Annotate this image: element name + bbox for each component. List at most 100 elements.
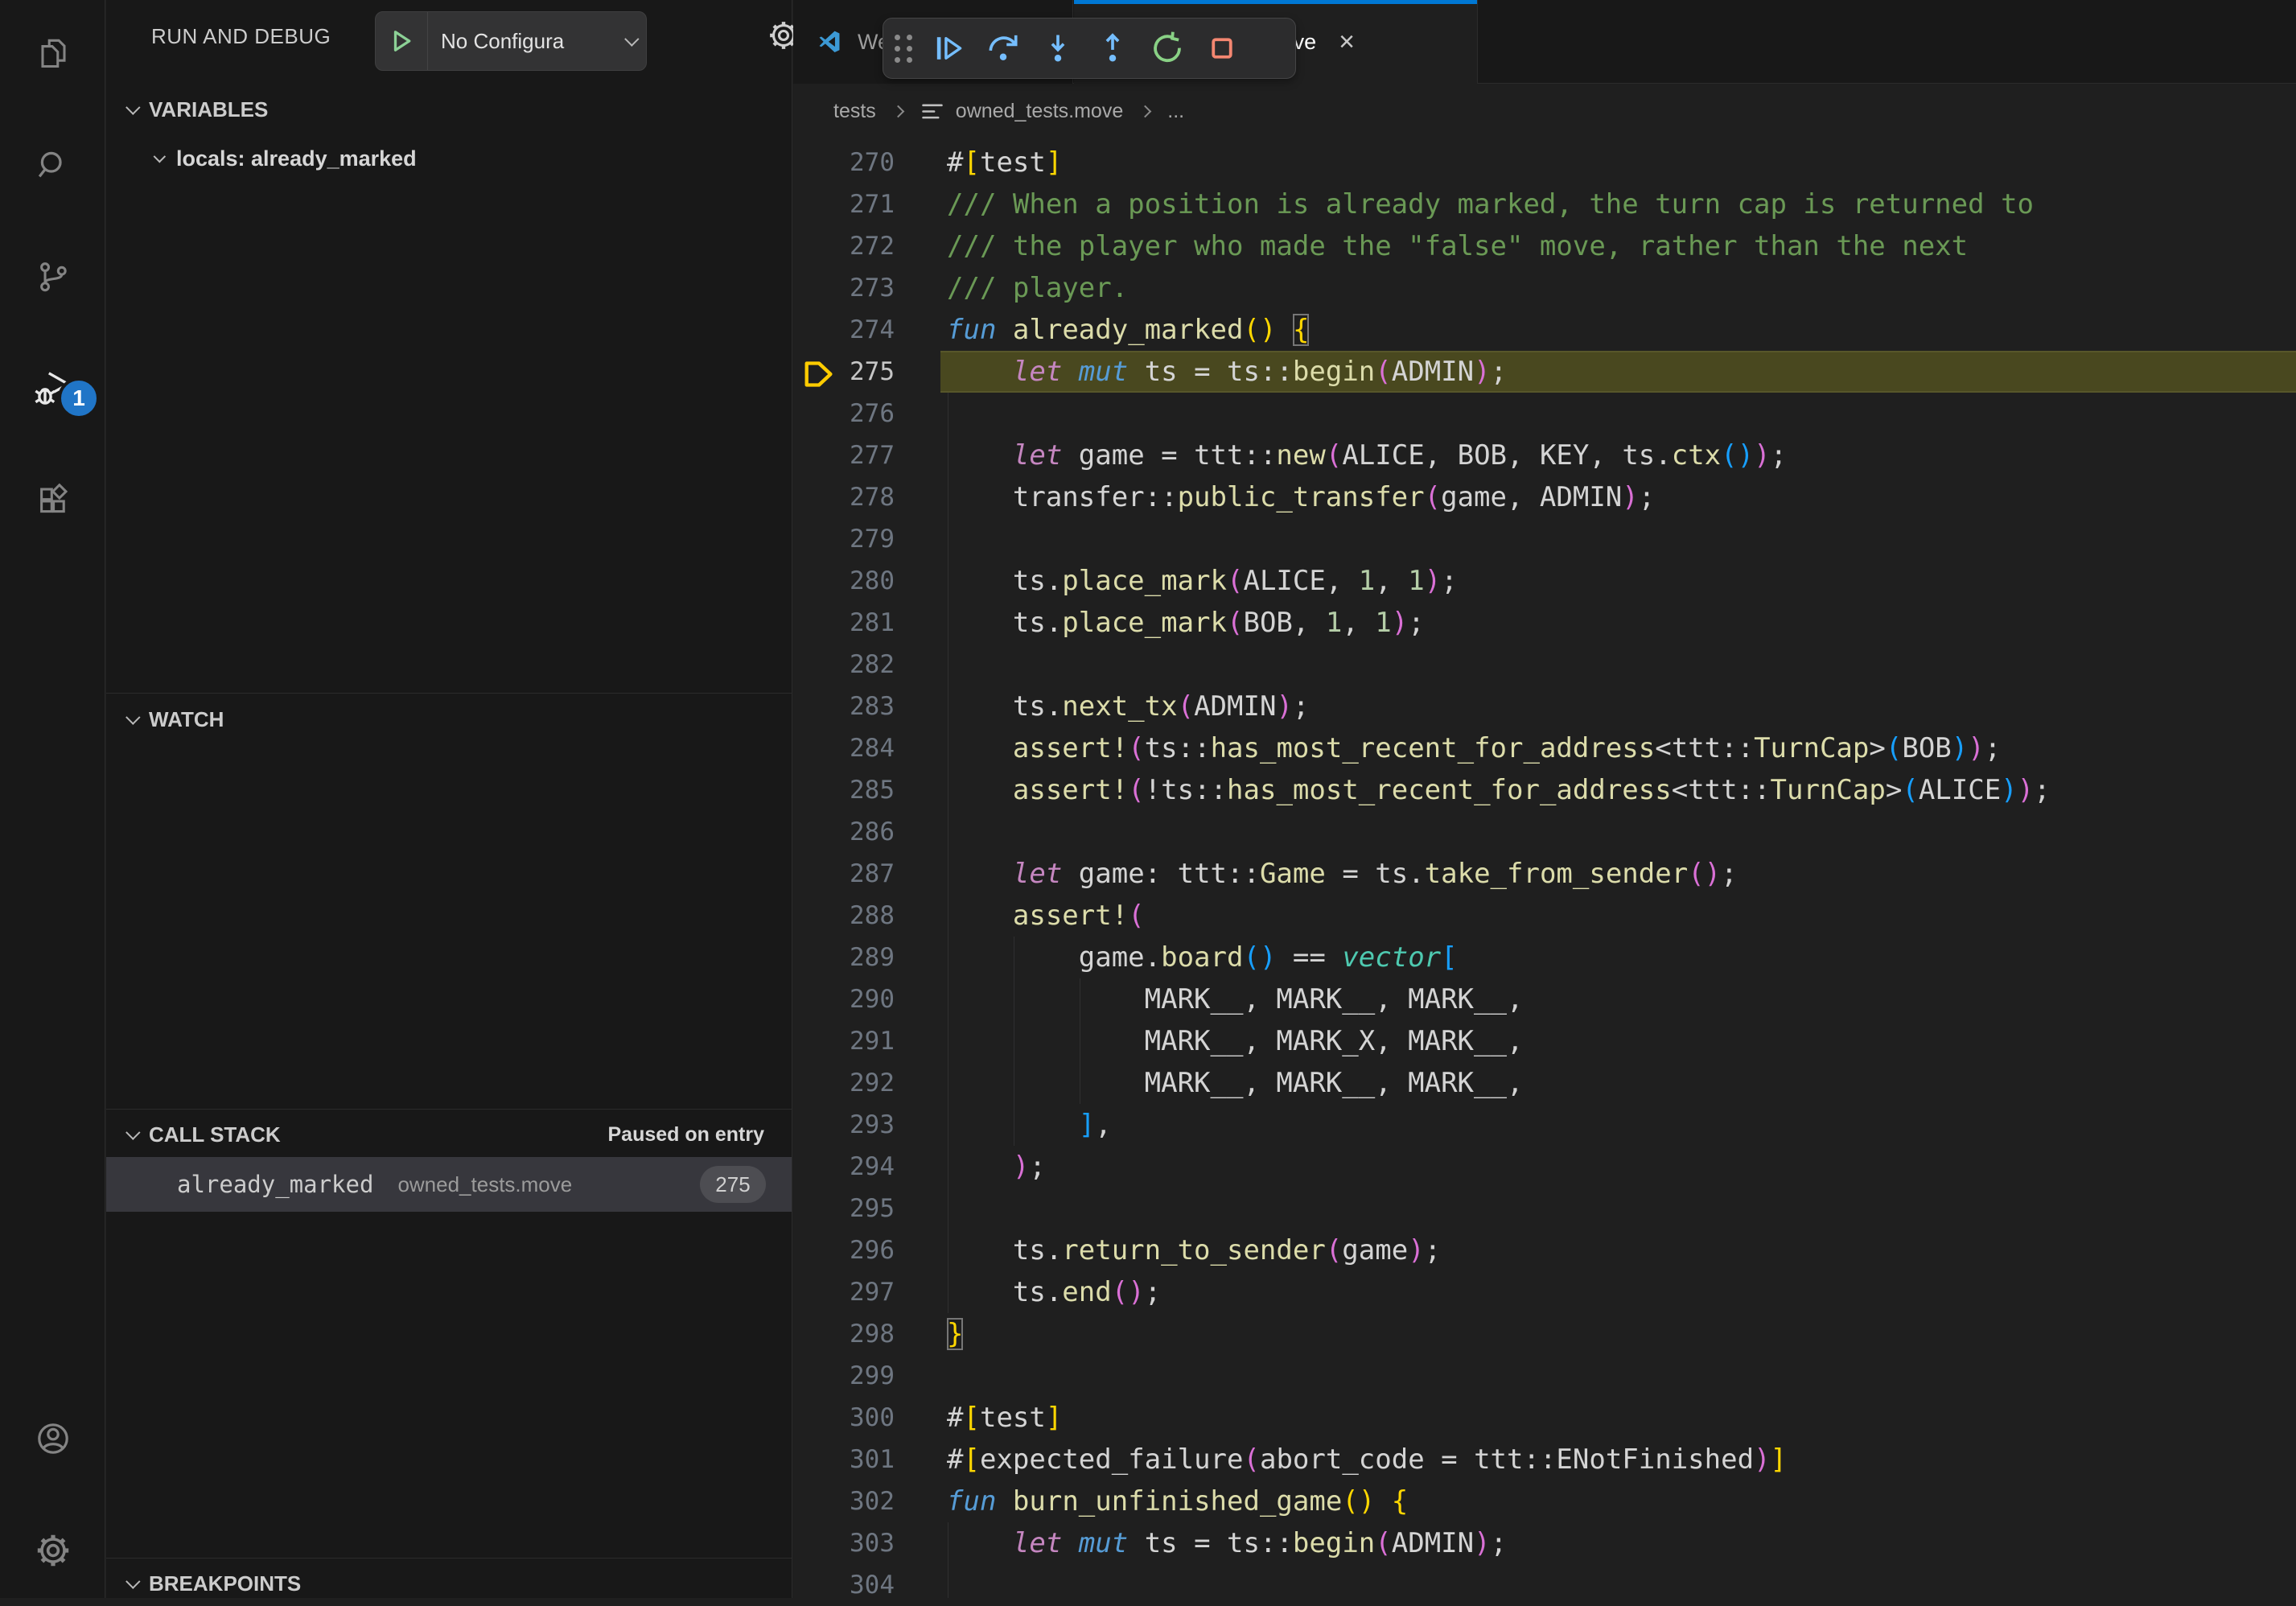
code-line-287[interactable]: 287 let game: ttt::Game = ts.take_from_s…: [793, 853, 2296, 895]
code-line-301[interactable]: 301#[expected_failure(abort_code = ttt::…: [793, 1439, 2296, 1480]
stop-button[interactable]: [1195, 18, 1249, 79]
line-number[interactable]: 277: [793, 434, 895, 476]
line-number[interactable]: 283: [793, 686, 895, 727]
run-and-debug-icon[interactable]: 1: [0, 348, 105, 429]
start-debug-icon[interactable]: [376, 10, 427, 72]
line-number[interactable]: 285: [793, 769, 895, 811]
line-number[interactable]: 300: [793, 1397, 895, 1439]
line-number[interactable]: 294: [793, 1146, 895, 1188]
code-line-274[interactable]: 274fun already_marked() {: [793, 309, 2296, 351]
line-number[interactable]: 296: [793, 1229, 895, 1271]
code-text: MARK__, MARK_X, MARK__,: [947, 1020, 1523, 1062]
line-number[interactable]: 275: [793, 351, 895, 393]
breakpoints-label: BREAKPOINTS: [149, 1571, 301, 1596]
line-number[interactable]: 291: [793, 1020, 895, 1062]
variables-section-header[interactable]: VARIABLES: [106, 87, 792, 132]
code-line-304[interactable]: 304: [793, 1564, 2296, 1598]
line-number[interactable]: 302: [793, 1480, 895, 1522]
line-number[interactable]: 284: [793, 727, 895, 769]
debug-config-dropdown[interactable]: No Configura: [375, 11, 647, 71]
code-line-292[interactable]: 292 MARK__, MARK__, MARK__,: [793, 1062, 2296, 1104]
code-line-281[interactable]: 281 ts.place_mark(BOB, 1, 1);: [793, 602, 2296, 644]
code-line-293[interactable]: 293 ],: [793, 1104, 2296, 1146]
line-number[interactable]: 278: [793, 476, 895, 518]
line-number[interactable]: 288: [793, 895, 895, 937]
watch-section-header[interactable]: WATCH: [106, 697, 792, 742]
line-number[interactable]: 298: [793, 1313, 895, 1355]
code-line-300[interactable]: 300#[test]: [793, 1397, 2296, 1439]
account-icon[interactable]: [0, 1398, 105, 1479]
line-number[interactable]: 274: [793, 309, 895, 351]
code-line-291[interactable]: 291 MARK__, MARK_X, MARK__,: [793, 1020, 2296, 1062]
code-line-284[interactable]: 284 assert!(ts::has_most_recent_for_addr…: [793, 727, 2296, 769]
step-out-button[interactable]: [1085, 18, 1140, 79]
line-number[interactable]: 287: [793, 853, 895, 895]
code-line-289[interactable]: 289 game.board() == vector[: [793, 937, 2296, 978]
line-number[interactable]: 271: [793, 183, 895, 225]
code-line-296[interactable]: 296 ts.return_to_sender(game);: [793, 1229, 2296, 1271]
line-number[interactable]: 281: [793, 602, 895, 644]
code-line-290[interactable]: 290 MARK__, MARK__, MARK__,: [793, 978, 2296, 1020]
restart-button[interactable]: [1140, 18, 1195, 79]
line-number[interactable]: 273: [793, 267, 895, 309]
line-number[interactable]: 303: [793, 1522, 895, 1564]
section-divider: [106, 1558, 792, 1559]
breadcrumb-folder[interactable]: tests: [833, 100, 876, 123]
code-line-271[interactable]: 271/// When a position is already marked…: [793, 183, 2296, 225]
code-line-277[interactable]: 277 let game = ttt::new(ALICE, BOB, KEY,…: [793, 434, 2296, 476]
line-number[interactable]: 279: [793, 518, 895, 560]
line-number[interactable]: 293: [793, 1104, 895, 1146]
code-line-275[interactable]: 275 let mut ts = ts::begin(ADMIN);: [793, 351, 2296, 393]
source-control-icon[interactable]: [0, 237, 105, 317]
code-line-288[interactable]: 288 assert!(: [793, 895, 2296, 937]
line-number[interactable]: 295: [793, 1188, 895, 1229]
line-number[interactable]: 304: [793, 1564, 895, 1598]
code-line-294[interactable]: 294 );: [793, 1146, 2296, 1188]
breakpoints-section-header[interactable]: BREAKPOINTS: [106, 1561, 792, 1606]
code-editor[interactable]: 270#[test]271/// When a position is alre…: [793, 138, 2296, 1598]
code-line-276[interactable]: 276: [793, 393, 2296, 434]
code-line-298[interactable]: 298}: [793, 1313, 2296, 1355]
code-line-272[interactable]: 272/// the player who made the "false" m…: [793, 225, 2296, 267]
code-line-283[interactable]: 283 ts.next_tx(ADMIN);: [793, 686, 2296, 727]
code-line-299[interactable]: 299: [793, 1355, 2296, 1397]
line-number[interactable]: 286: [793, 811, 895, 853]
code-line-270[interactable]: 270#[test]: [793, 142, 2296, 183]
code-line-273[interactable]: 273/// player.: [793, 267, 2296, 309]
line-number[interactable]: 270: [793, 142, 895, 183]
call-stack-frame-row[interactable]: already_marked owned_tests.move 275: [106, 1157, 792, 1212]
locals-scope-row[interactable]: locals: already_marked: [106, 135, 792, 182]
chevron-down-icon: [125, 1574, 140, 1588]
line-number[interactable]: 272: [793, 225, 895, 267]
settings-gear-icon[interactable]: [0, 1510, 105, 1591]
line-number[interactable]: 276: [793, 393, 895, 434]
code-line-282[interactable]: 282: [793, 644, 2296, 686]
code-line-295[interactable]: 295: [793, 1188, 2296, 1229]
step-over-button[interactable]: [976, 18, 1031, 79]
code-line-302[interactable]: 302fun burn_unfinished_game() {: [793, 1480, 2296, 1522]
explorer-icon[interactable]: [0, 13, 105, 93]
breadcrumb-more[interactable]: ...: [1167, 100, 1184, 123]
code-line-303[interactable]: 303 let mut ts = ts::begin(ADMIN);: [793, 1522, 2296, 1564]
line-number[interactable]: 301: [793, 1439, 895, 1480]
code-line-280[interactable]: 280 ts.place_mark(ALICE, 1, 1);: [793, 560, 2296, 602]
line-number[interactable]: 289: [793, 937, 895, 978]
continue-button[interactable]: [921, 18, 976, 79]
code-line-286[interactable]: 286: [793, 811, 2296, 853]
code-line-297[interactable]: 297 ts.end();: [793, 1271, 2296, 1313]
line-number[interactable]: 280: [793, 560, 895, 602]
code-line-285[interactable]: 285 assert!(!ts::has_most_recent_for_add…: [793, 769, 2296, 811]
line-number[interactable]: 297: [793, 1271, 895, 1313]
search-icon[interactable]: [0, 125, 105, 205]
line-number[interactable]: 290: [793, 978, 895, 1020]
code-line-278[interactable]: 278 transfer::public_transfer(game, ADMI…: [793, 476, 2296, 518]
line-number[interactable]: 282: [793, 644, 895, 686]
breadcrumb-file[interactable]: owned_tests.move: [956, 100, 1123, 123]
code-line-279[interactable]: 279: [793, 518, 2296, 560]
extensions-icon[interactable]: [0, 460, 105, 541]
close-icon[interactable]: ×: [1339, 28, 1355, 56]
line-number[interactable]: 299: [793, 1355, 895, 1397]
line-number[interactable]: 292: [793, 1062, 895, 1104]
step-into-button[interactable]: [1031, 18, 1085, 79]
drag-grip-icon[interactable]: [895, 35, 913, 63]
